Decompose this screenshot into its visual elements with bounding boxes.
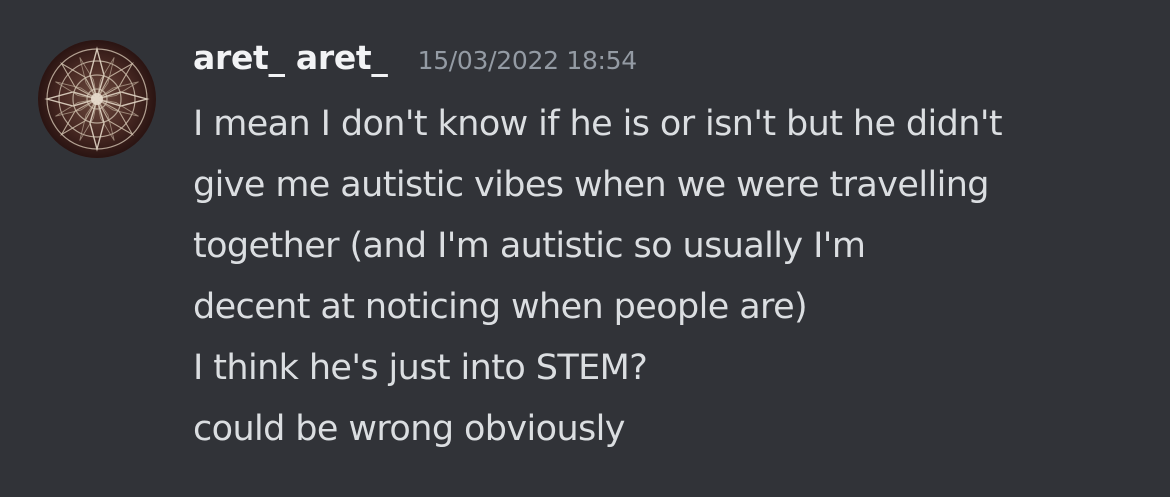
message-line: decent at noticing when people are)	[193, 287, 808, 327]
message-line: could be wrong obviously	[193, 409, 626, 449]
message-line: I mean I don't know if he is or isn't bu…	[193, 104, 1003, 144]
message-line: together (and I'm autistic so usually I'…	[193, 226, 866, 266]
mandala-avatar-icon	[38, 40, 156, 158]
message-timestamp[interactable]: 15/03/2022 18:54	[418, 46, 638, 75]
message-content: I mean I don't know if he is or isn't bu…	[193, 94, 1153, 460]
message-line: I think he's just into STEM?	[193, 348, 648, 388]
user-avatar[interactable]	[38, 40, 156, 158]
chat-message: aret_ aret_ 15/03/2022 18:54 I mean I do…	[0, 0, 1170, 497]
message-line: give me autistic vibes when we were trav…	[193, 165, 990, 205]
message-header: aret_ aret_ 15/03/2022 18:54	[193, 38, 637, 82]
username[interactable]: aret_ aret_	[193, 38, 388, 77]
